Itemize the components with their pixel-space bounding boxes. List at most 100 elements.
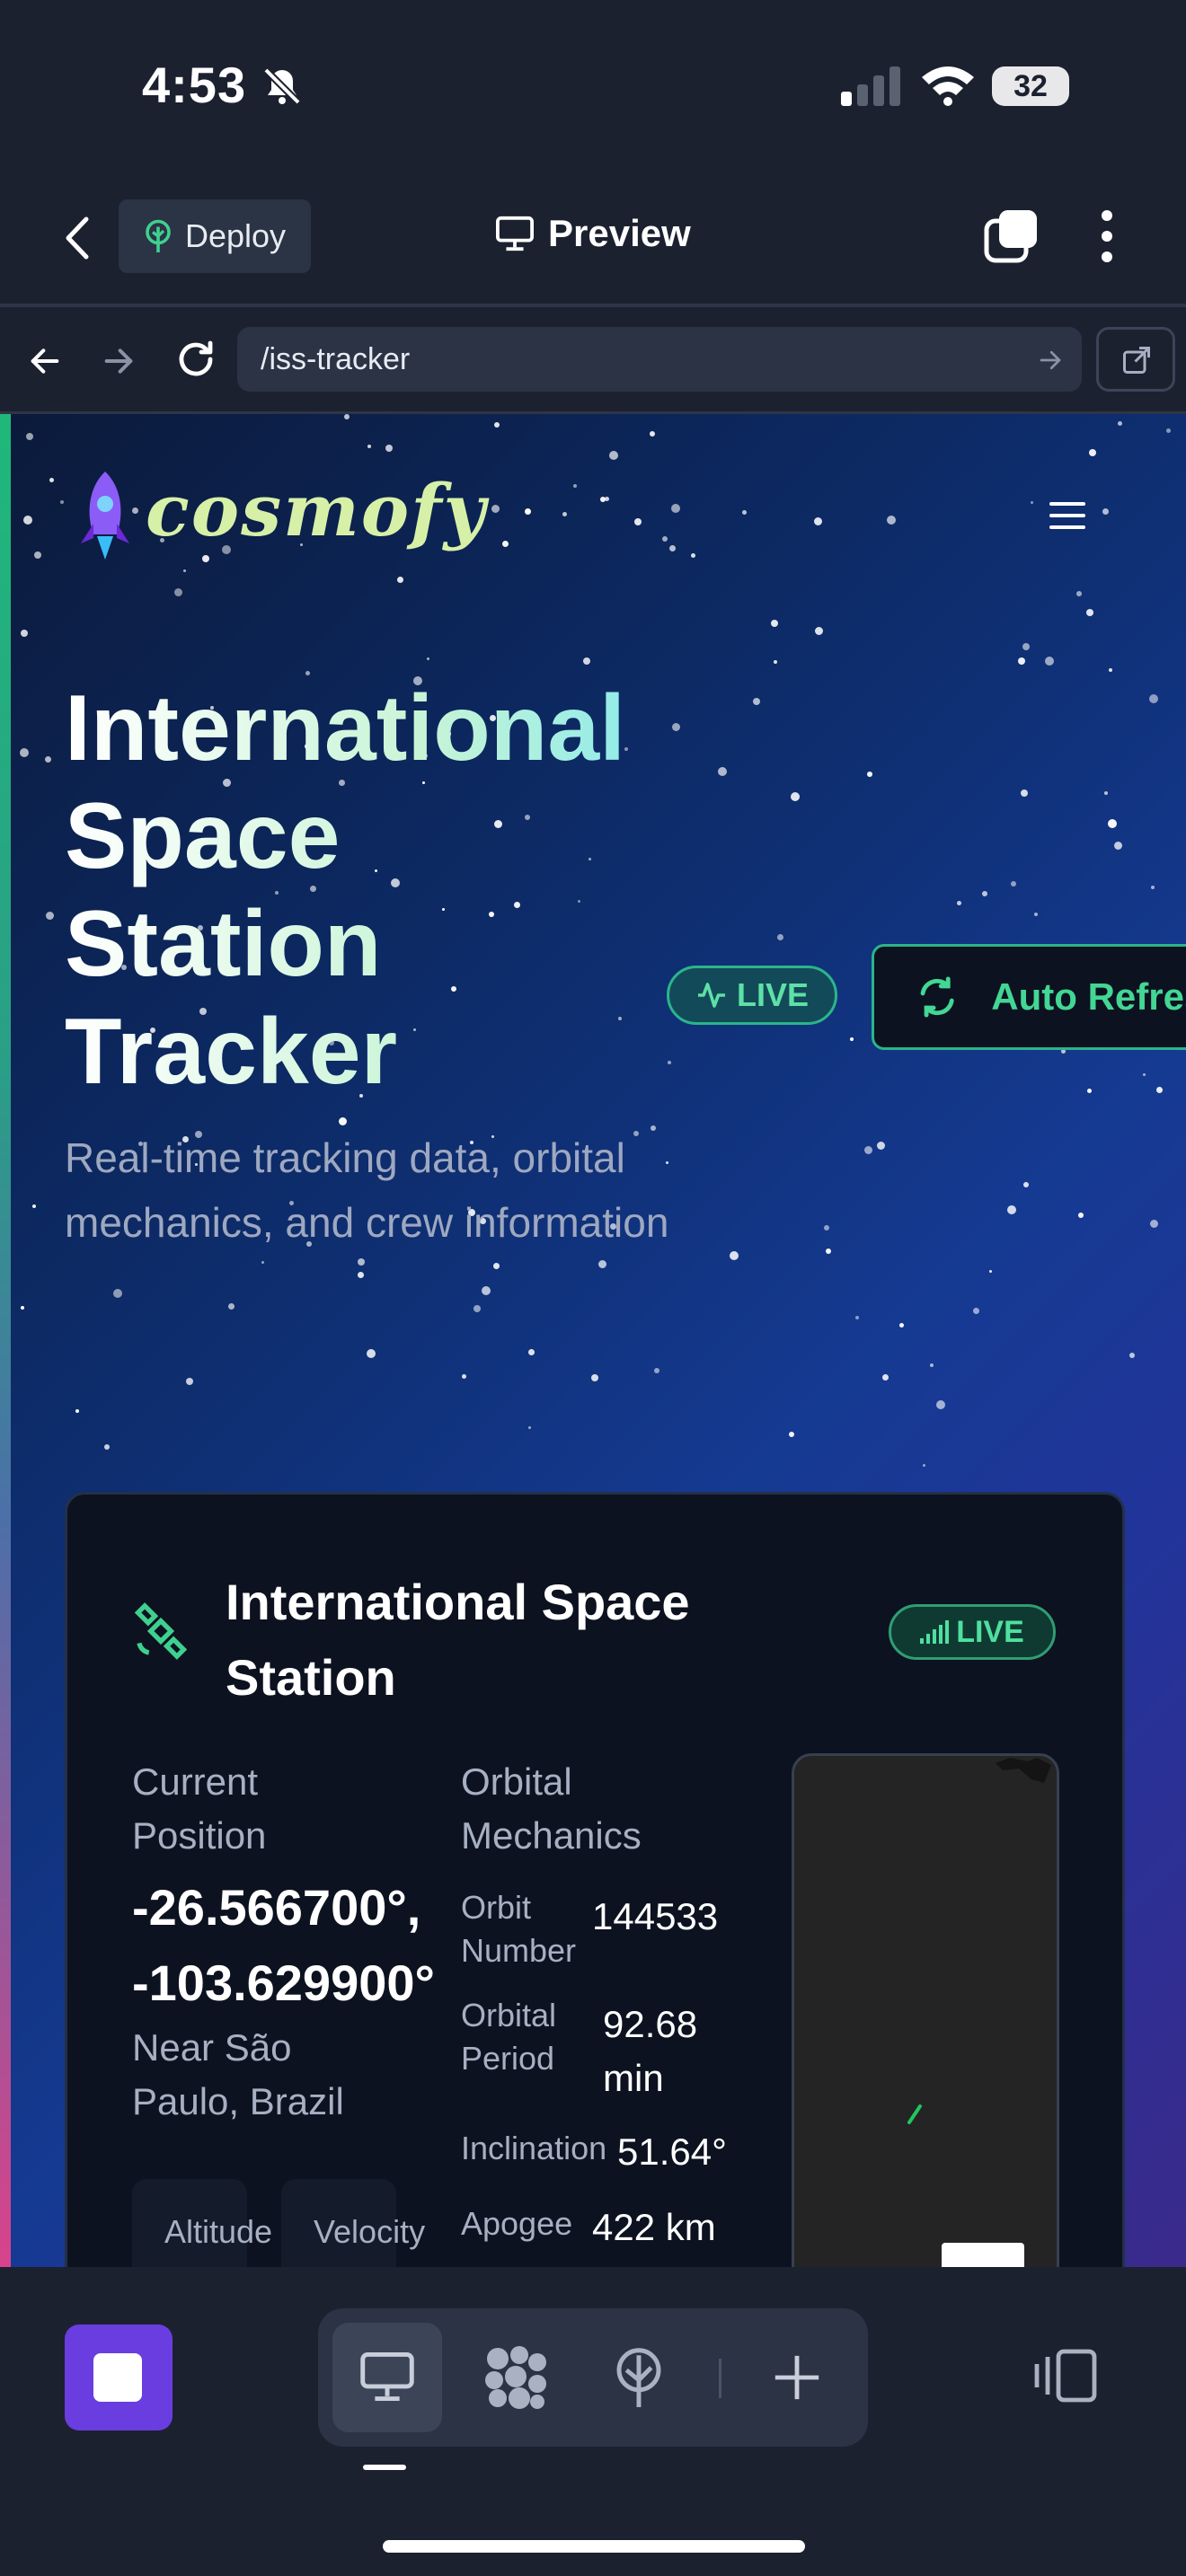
logo-text[interactable]: cosmofy <box>146 468 487 552</box>
deploy-button[interactable]: Deploy <box>119 199 311 273</box>
star <box>183 569 186 572</box>
star <box>815 627 823 635</box>
star <box>989 1270 992 1273</box>
star <box>1034 913 1038 916</box>
star <box>1018 657 1025 665</box>
hamburger-menu-icon[interactable] <box>1049 500 1085 531</box>
star <box>104 1444 110 1450</box>
star <box>1118 421 1122 426</box>
star <box>32 1204 36 1208</box>
star <box>1007 1205 1016 1214</box>
nav-forward-icon[interactable] <box>101 343 137 379</box>
deploy-label: Deploy <box>185 217 287 254</box>
star <box>591 1374 598 1381</box>
signal-bars-icon <box>920 1620 950 1644</box>
go-arrow-icon[interactable] <box>1037 347 1064 374</box>
star <box>730 1251 739 1260</box>
orbital-period-value: 92.68 min <box>603 2003 698 2099</box>
hero-subtitle: Real-time tracking data, orbital mechani… <box>65 1134 669 1246</box>
iss-map[interactable] <box>792 1753 1059 2267</box>
apogee-label: Apogee <box>461 2205 573 2242</box>
star <box>1045 657 1054 666</box>
star <box>1114 842 1122 850</box>
longitude-value: -103.629900° <box>132 1954 435 2011</box>
star <box>691 553 695 558</box>
star <box>662 536 668 542</box>
star <box>1102 508 1109 515</box>
star <box>261 1261 264 1264</box>
star <box>493 1263 500 1269</box>
mode-separator <box>719 2359 721 2398</box>
apogee-value: 422 km <box>592 2206 716 2248</box>
star <box>75 1409 79 1413</box>
star <box>427 657 429 660</box>
plus-icon[interactable] <box>771 2351 823 2404</box>
star <box>46 912 54 920</box>
back-chevron-icon[interactable] <box>61 216 93 260</box>
stop-button[interactable] <box>65 2325 173 2430</box>
star <box>1011 881 1016 887</box>
star <box>1129 1353 1135 1358</box>
star <box>774 660 777 664</box>
deploy-tree-icon <box>146 219 171 252</box>
star <box>923 1464 925 1467</box>
more-vertical-icon[interactable] <box>1098 208 1116 264</box>
star <box>367 1349 376 1358</box>
orbital-period-label: Orbital Period <box>461 1997 557 2077</box>
star <box>671 504 680 513</box>
open-external-button[interactable] <box>1096 327 1175 392</box>
coordinates: -26.566700°, -103.629900° <box>132 1870 435 2021</box>
webview: cosmofy International Space Station Trac… <box>0 414 1186 2267</box>
star <box>113 1289 122 1298</box>
star <box>753 698 760 705</box>
star <box>605 497 609 501</box>
star <box>562 512 567 516</box>
url-text: /iss-tracker <box>261 342 411 376</box>
reload-icon[interactable] <box>174 338 217 381</box>
star <box>654 1368 659 1373</box>
star <box>634 518 642 525</box>
star <box>771 620 778 627</box>
near-location: Near São Paulo, Brazil <box>132 2026 344 2122</box>
star <box>482 1286 491 1295</box>
star <box>1031 501 1033 504</box>
star <box>228 1303 235 1310</box>
battery-level: 32 <box>1013 69 1048 103</box>
star <box>669 545 676 551</box>
star <box>525 508 531 515</box>
layout-icon[interactable] <box>1033 2346 1100 2405</box>
star <box>864 1146 872 1154</box>
clock: 4:53 <box>142 57 247 113</box>
components-icon[interactable] <box>480 2341 552 2413</box>
star <box>45 756 51 763</box>
star <box>1087 1089 1092 1093</box>
star <box>1076 591 1082 596</box>
star <box>1156 1087 1163 1093</box>
star <box>34 551 41 559</box>
star <box>826 1248 831 1254</box>
tabs-icon[interactable] <box>983 208 1039 264</box>
desktop-mode-button[interactable] <box>332 2323 442 2432</box>
auto-refresh-button[interactable]: Auto Refresh <box>872 944 1186 1050</box>
rocket-logo-icon <box>81 472 129 560</box>
star <box>1149 694 1158 703</box>
map-control[interactable] <box>942 2243 1024 2267</box>
home-indicator <box>383 2540 805 2553</box>
star <box>609 451 618 460</box>
star <box>973 1308 979 1314</box>
star <box>339 1117 347 1125</box>
nav-back-icon[interactable] <box>27 343 63 379</box>
signal-icon <box>841 66 900 106</box>
star <box>502 541 509 547</box>
iss-trail-marker <box>907 2104 922 2124</box>
url-bar[interactable]: /iss-tracker <box>237 327 1082 392</box>
star <box>573 484 577 488</box>
star <box>877 1142 885 1150</box>
iss-card: International Space Station LIVE Current… <box>65 1492 1125 2267</box>
accent-strip <box>0 414 11 2267</box>
deploy-tree-icon[interactable] <box>609 2344 668 2411</box>
toolbar-divider <box>0 304 1186 307</box>
star <box>583 657 590 665</box>
desktop-icon <box>360 2352 414 2401</box>
orbital-mechanics-label: Orbital Mechanics <box>461 1760 642 1857</box>
